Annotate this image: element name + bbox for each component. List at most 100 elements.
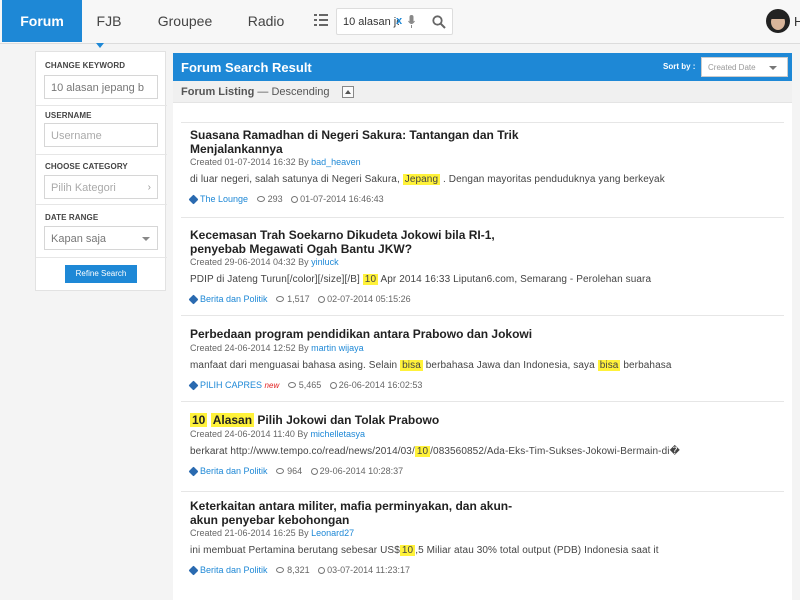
search-results-panel: Forum Search Result Sort by : Created Da…: [173, 53, 792, 600]
clock-icon: [291, 196, 299, 203]
thread-meta: Created 24-06-2014 12:52 By martin wijay…: [190, 343, 364, 353]
created-text: Created 21-06-2014 16:25 By: [190, 528, 309, 538]
author-link[interactable]: martin wijaya: [311, 343, 364, 353]
created-text: Created 01-07-2014 16:32 By: [190, 157, 309, 167]
snippet-highlight: bisa: [400, 360, 423, 371]
clock-icon: [318, 296, 326, 303]
category-select[interactable]: Pilih Kategori ›: [44, 175, 158, 199]
tab-forum[interactable]: Forum: [2, 0, 82, 42]
chevron-right-icon: ›: [147, 182, 151, 193]
snippet-text: PDIP di Jateng Turun[/color][/size][/B]: [190, 274, 360, 285]
eye-icon: [276, 567, 285, 573]
keyword-label: CHANGE KEYWORD: [45, 61, 126, 70]
thread-title-link[interactable]: 10 Alasan Pilih Jokowi dan Tolak Prabowo: [190, 413, 690, 427]
last-post-time: 03-07-2014 11:23:17: [327, 565, 411, 575]
sortby-label: Sort by :: [663, 62, 696, 71]
snippet-highlight: 10: [362, 274, 379, 285]
thread-title-link[interactable]: Keterkaitan antara militer, mafia permin…: [190, 499, 540, 527]
category-link[interactable]: PILIH CAPRES: [200, 380, 262, 390]
snippet-text: berkarat http://www.tempo.co/read/news/2…: [190, 446, 415, 457]
keyword-input[interactable]: 10 alasan jepang b: [44, 75, 158, 99]
snippet-highlight: Jepang: [402, 174, 441, 185]
thread-snippet: di luar negeri, salah satunya di Negeri …: [190, 174, 665, 185]
clock-icon: [318, 567, 326, 574]
category-link[interactable]: Berita dan Politik: [200, 466, 268, 476]
caret-down-icon: [769, 66, 777, 70]
thread-title-link[interactable]: Perbedaan program pendidikan antara Prab…: [190, 327, 690, 341]
search-icon[interactable]: [432, 15, 446, 29]
tab-groupee[interactable]: Groupee: [150, 0, 220, 42]
snippet-text: Apr 2014 16:33 Liputan6.com, Semarang - …: [380, 274, 652, 285]
results-header: Forum Search Result Sort by : Created Da…: [173, 53, 792, 81]
thread-snippet: PDIP di Jateng Turun[/color][/size][/B] …: [190, 274, 651, 285]
last-post-time: 26-06-2014 16:02:53: [338, 380, 423, 390]
daterange-select[interactable]: Kapan saja: [44, 226, 158, 250]
listing-bar: Forum Listing — Descending: [173, 81, 792, 103]
snippet-text: manfaat dari menguasai bahasa asing. Sel…: [190, 360, 398, 371]
eye-icon: [276, 468, 285, 474]
author-link[interactable]: yinluck: [311, 257, 339, 267]
top-navbar: Forum FJB Groupee Radio x H: [0, 0, 800, 44]
author-link[interactable]: michelletasya: [310, 429, 365, 439]
snippet-highlight: bisa: [597, 360, 621, 371]
user-avatar[interactable]: [766, 9, 790, 33]
caret-down-icon: [142, 237, 150, 241]
thread-meta: Created 29-06-2014 04:32 By yinluck: [190, 257, 339, 267]
search-input[interactable]: [343, 13, 399, 31]
username-label[interactable]: H: [794, 14, 800, 29]
sortby-value: Created Date: [708, 63, 756, 72]
collapse-toggle-button[interactable]: [342, 86, 354, 98]
username-input[interactable]: Username: [44, 123, 158, 147]
last-post-time: 01-07-2014 16:46:43: [300, 194, 384, 204]
last-post-time: 29-06-2014 10:28:37: [319, 466, 404, 476]
new-badge: new: [264, 381, 280, 390]
created-text: Created 24-06-2014 12:52 By: [190, 343, 309, 353]
search-filter-sidebar: CHANGE KEYWORD 10 alasan jepang b USERNA…: [35, 51, 167, 291]
sortby-select[interactable]: Created Date: [701, 57, 788, 77]
refine-search-button[interactable]: Refine Search: [65, 265, 137, 283]
search-box: x: [336, 8, 453, 35]
created-text: Created 24-06-2014 11:40 By: [190, 429, 308, 439]
category-link[interactable]: Berita dan Politik: [200, 565, 268, 575]
thread-stats: Berita dan Politik 8,321 03-07-2014 11:2…: [188, 565, 411, 576]
tag-icon: [188, 294, 199, 305]
thread-item: Suasana Ramadhan di Negeri Sakura: Tanta…: [181, 122, 784, 209]
snippet-text: /083560852/Ada-Eks-Tim-Sukses-Jokowi-Ber…: [430, 446, 680, 457]
divider: [36, 257, 167, 258]
snippet-text: berbahasa Jawa dan Indonesia, saya: [425, 360, 595, 371]
author-link[interactable]: Leonard27: [311, 528, 354, 538]
title-highlight: 10: [190, 413, 208, 427]
daterange-label: DATE RANGE: [45, 213, 99, 222]
thread-meta: Created 21-06-2014 16:25 By Leonard27: [190, 528, 354, 538]
eye-icon: [256, 196, 265, 202]
category-link[interactable]: Berita dan Politik: [200, 294, 268, 304]
tag-icon: [188, 565, 199, 576]
tab-radio[interactable]: Radio: [240, 0, 292, 42]
clear-search-icon[interactable]: x: [396, 15, 402, 27]
snippet-text: di luar negeri, salah satunya di Negeri …: [190, 174, 400, 185]
thread-title-link[interactable]: Kecemasan Trah Soekarno Dikudeta Jokowi …: [190, 228, 540, 256]
listing-label: Forum Listing: [181, 86, 255, 98]
tag-icon: [188, 194, 199, 205]
divider: [36, 105, 167, 106]
tab-fjb[interactable]: FJB: [88, 0, 130, 42]
listing-heading: Forum Listing — Descending: [181, 86, 330, 98]
tag-icon: [188, 466, 199, 477]
thread-stats: Berita dan Politik 1,517 02-07-2014 05:1…: [188, 294, 411, 305]
thread-title-link[interactable]: Suasana Ramadhan di Negeri Sakura: Tanta…: [190, 128, 540, 156]
category-placeholder: Pilih Kategori: [51, 182, 116, 194]
title-text: Pilih Jokowi dan Tolak Prabowo: [257, 413, 440, 427]
clock-icon: [329, 382, 337, 389]
microphone-icon[interactable]: [408, 15, 415, 29]
category-link[interactable]: The Lounge: [200, 194, 248, 204]
username-filter-label: USERNAME: [45, 111, 92, 120]
page-title: Forum Search Result: [181, 60, 312, 75]
author-link[interactable]: bad_heaven: [311, 157, 361, 167]
divider: [36, 204, 167, 205]
list-menu-icon[interactable]: [314, 14, 328, 26]
views-count: 5,465: [298, 380, 322, 390]
thread-snippet: manfaat dari menguasai bahasa asing. Sel…: [190, 360, 672, 371]
clock-icon: [310, 468, 318, 475]
thread-item: Keterkaitan antara militer, mafia permin…: [181, 491, 784, 581]
thread-item: Perbedaan program pendidikan antara Prab…: [181, 315, 784, 395]
